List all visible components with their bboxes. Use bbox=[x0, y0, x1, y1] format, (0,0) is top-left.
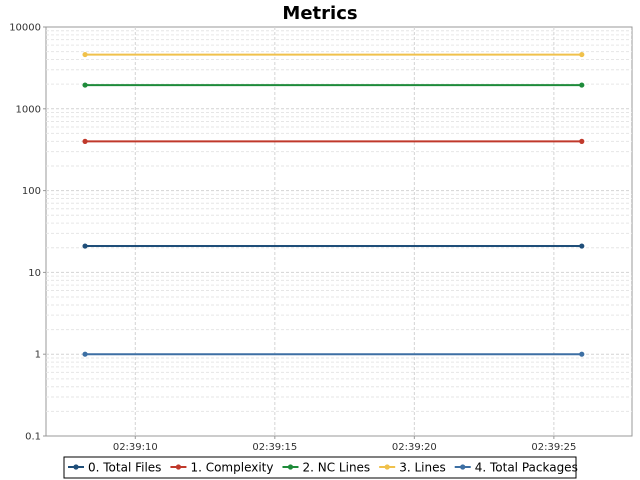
y-tick-label: 100 bbox=[22, 186, 41, 197]
plot-area bbox=[45, 26, 633, 437]
legend-swatch-point bbox=[175, 464, 182, 470]
legend-label: 0. Total Files bbox=[88, 461, 161, 475]
y-tick-label: 0.1 bbox=[25, 432, 41, 443]
series-point-3 bbox=[579, 51, 585, 58]
x-tick-label: 02:39:15 bbox=[252, 442, 297, 453]
x-tick-label: 02:39:25 bbox=[531, 442, 576, 453]
series-point-4 bbox=[82, 351, 88, 357]
series-point-2 bbox=[82, 82, 88, 88]
y-tick-label: 1000 bbox=[16, 104, 41, 115]
series-point-4 bbox=[579, 351, 585, 357]
series-point-2 bbox=[579, 82, 585, 88]
y-tick-label: 10 bbox=[28, 268, 41, 279]
legend-swatch-point bbox=[73, 464, 79, 470]
legend-label: 4. Total Packages bbox=[475, 461, 578, 475]
y-tick-label: 1 bbox=[35, 350, 41, 361]
legend-label: 3. Lines bbox=[399, 461, 446, 475]
legend-swatch-point bbox=[460, 464, 466, 470]
chart-svg: Metrics 0.1 1 10 100 1000 10000 02:39:10 02:39:… bbox=[9, 3, 633, 479]
series-point-0 bbox=[82, 243, 88, 249]
legend-swatch-point bbox=[287, 464, 294, 470]
series-point-1 bbox=[82, 138, 88, 144]
legend-label: 2. NC Lines bbox=[302, 461, 370, 475]
x-tick-label: 02:39:20 bbox=[392, 442, 437, 453]
legend: 0. Total Files 1. Complexity 2. NC Lines 3.… bbox=[63, 456, 578, 479]
series-point-3 bbox=[82, 51, 88, 58]
x-tick-label: 02:39:10 bbox=[113, 442, 158, 453]
y-tick-label: 10000 bbox=[9, 23, 41, 34]
legend-label: 1. Complexity bbox=[190, 461, 273, 475]
legend-swatch-point bbox=[384, 464, 390, 470]
series-point-0 bbox=[579, 243, 585, 249]
chart-title: Metrics bbox=[282, 3, 357, 24]
series-point-1 bbox=[579, 138, 585, 144]
chart: Metrics 0.1 1 10 100 1000 10000 02:39:10 02:39:… bbox=[0, 0, 640, 480]
